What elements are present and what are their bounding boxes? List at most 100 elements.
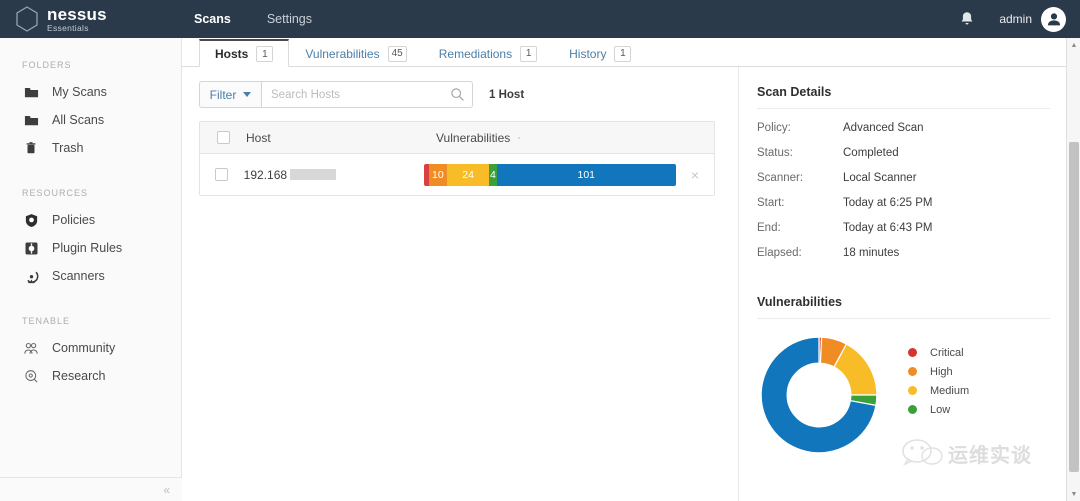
chevron-down-icon bbox=[243, 92, 252, 97]
tab-label: Hosts bbox=[215, 47, 249, 61]
scrollbar-thumb[interactable] bbox=[1069, 142, 1079, 472]
folder-icon bbox=[22, 83, 40, 101]
sidebar-item-all-scans[interactable]: All Scans bbox=[0, 106, 181, 134]
hosts-table: Host Vulnerabilities · 192.168 10 24 4 101 bbox=[199, 121, 715, 196]
folder-icon bbox=[22, 111, 40, 129]
sidebar-item-label: Community bbox=[52, 341, 116, 355]
scanner-icon bbox=[22, 267, 40, 285]
severity-bar-cell: 10 24 4 101 bbox=[424, 163, 677, 186]
nav-link-scans[interactable]: Scans bbox=[176, 12, 249, 26]
logo-subtitle: Essentials bbox=[47, 22, 89, 33]
scroll-up-arrow-icon[interactable]: ▲ bbox=[1067, 38, 1080, 52]
filter-button[interactable]: Filter bbox=[199, 81, 261, 108]
tab-history[interactable]: History 1 bbox=[553, 39, 647, 67]
legend-color-swatch bbox=[908, 367, 917, 376]
research-icon bbox=[22, 367, 40, 385]
vulnerabilities-chart-title: Vulnerabilities bbox=[757, 295, 842, 309]
plugin-icon bbox=[22, 239, 40, 257]
search-icon[interactable] bbox=[450, 87, 465, 102]
hexagon-logo-icon bbox=[16, 6, 38, 32]
avatar-person-glyph bbox=[1047, 13, 1060, 26]
sort-indicator-icon: · bbox=[517, 131, 521, 144]
vertical-scrollbar[interactable]: ▲ ▼ bbox=[1066, 38, 1080, 501]
legend-label: High bbox=[930, 365, 953, 378]
sidebar-group-title-tenable: TENABLE bbox=[22, 316, 71, 326]
sidebar-item-community[interactable]: Community bbox=[0, 334, 181, 362]
scan-details-panel: Scan Details Policy: Advanced Scan Statu… bbox=[738, 67, 1068, 501]
nessus-logo[interactable]: nessus Essentials bbox=[14, 5, 164, 33]
tab-remediations[interactable]: Remediations 1 bbox=[423, 39, 553, 67]
sidebar-item-research[interactable]: Research bbox=[0, 362, 181, 390]
trash-icon bbox=[22, 139, 40, 157]
vulnerability-donut-chart[interactable] bbox=[757, 333, 892, 458]
host-address-cell: 192.168 bbox=[244, 168, 424, 182]
bell-icon[interactable] bbox=[957, 9, 977, 29]
detail-row-start: Start: Today at 6:25 PM bbox=[757, 197, 1050, 209]
table-row[interactable]: 192.168 10 24 4 101 × bbox=[200, 154, 714, 195]
tab-bar: Hosts 1 Vulnerabilities 45 Remediations … bbox=[182, 38, 1068, 67]
detail-value: Advanced Scan bbox=[843, 122, 924, 134]
tab-hosts[interactable]: Hosts 1 bbox=[199, 39, 290, 67]
detail-value: Today at 6:25 PM bbox=[843, 197, 933, 209]
select-all-cell bbox=[200, 131, 246, 144]
detail-row-policy: Policy: Advanced Scan bbox=[757, 122, 1050, 134]
host-address-text: 192.168 bbox=[243, 167, 288, 182]
sidebar-item-label: Policies bbox=[52, 213, 96, 227]
sidebar-item-label: Scanners bbox=[52, 269, 105, 283]
chevron-double-left-icon: « bbox=[163, 482, 170, 497]
sidebar-item-label: Research bbox=[52, 369, 106, 383]
table-header-row: Host Vulnerabilities · bbox=[200, 122, 714, 154]
sidebar-item-trash[interactable]: Trash bbox=[0, 134, 181, 162]
column-header-host: Host bbox=[246, 130, 271, 145]
detail-value: 18 minutes bbox=[843, 247, 900, 259]
severity-segment-medium[interactable]: 24 bbox=[446, 163, 490, 186]
detail-value: Local Scanner bbox=[843, 172, 917, 184]
sidebar-collapse-button[interactable]: « bbox=[0, 477, 182, 501]
primary-nav-links: Scans Settings bbox=[176, 12, 330, 26]
row-checkbox[interactable] bbox=[215, 168, 229, 181]
nessus-app-window: nessus Essentials Scans Settings admin F… bbox=[0, 0, 1080, 501]
column-header-vulnerabilities[interactable]: Vulnerabilities · bbox=[436, 131, 674, 145]
tab-vulnerabilities[interactable]: Vulnerabilities 45 bbox=[289, 39, 422, 67]
sidebar-item-scanners[interactable]: Scanners bbox=[0, 262, 181, 290]
legend-color-swatch bbox=[908, 386, 917, 395]
severity-segment-high[interactable]: 10 bbox=[429, 163, 447, 186]
nav-link-settings[interactable]: Settings bbox=[249, 12, 330, 26]
top-navigation-bar: nessus Essentials Scans Settings admin bbox=[0, 0, 1080, 38]
host-count-label: 1 Host bbox=[489, 88, 525, 101]
top-nav-right-cluster: admin bbox=[957, 6, 1066, 32]
severity-segment-low[interactable]: 4 bbox=[489, 163, 497, 186]
legend-label: Critical bbox=[930, 346, 964, 359]
shield-icon bbox=[22, 211, 40, 229]
detail-value: Today at 6:43 PM bbox=[843, 222, 933, 234]
vulnerabilities-chart-area: Critical High Medium Low bbox=[757, 333, 1050, 458]
user-avatar-icon[interactable] bbox=[1041, 6, 1066, 32]
sidebar-item-label: All Scans bbox=[52, 113, 105, 127]
legend-color-swatch bbox=[908, 405, 917, 414]
filter-label: Filter bbox=[209, 87, 237, 102]
select-all-checkbox[interactable] bbox=[216, 131, 230, 144]
scroll-down-arrow-icon[interactable]: ▼ bbox=[1067, 487, 1080, 501]
detail-row-end: End: Today at 6:43 PM bbox=[757, 222, 1050, 234]
legend-item-low: Low bbox=[908, 400, 969, 419]
tab-badge-count: 1 bbox=[256, 46, 274, 62]
username-label[interactable]: admin bbox=[999, 12, 1032, 26]
detail-key: Status: bbox=[757, 147, 793, 159]
legend-item-medium: Medium bbox=[908, 381, 969, 400]
sidebar-item-my-scans[interactable]: My Scans bbox=[0, 78, 181, 106]
row-select-cell bbox=[200, 168, 244, 181]
legend-item-high: High bbox=[908, 362, 969, 381]
severity-segment-info[interactable]: 101 bbox=[496, 163, 677, 186]
detail-key: Scanner: bbox=[757, 172, 804, 184]
chart-legend: Critical High Medium Low bbox=[908, 343, 969, 419]
sidebar-item-plugin-rules[interactable]: Plugin Rules bbox=[0, 234, 181, 262]
search-input[interactable] bbox=[262, 82, 472, 107]
severity-distribution-bar[interactable]: 10 24 4 101 bbox=[424, 163, 677, 186]
main-content-area: Hosts 1 Vulnerabilities 45 Remediations … bbox=[182, 38, 1068, 501]
tab-label: Vulnerabilities bbox=[305, 46, 380, 61]
sidebar-group-title-resources: RESOURCES bbox=[22, 188, 89, 198]
redaction-block bbox=[290, 168, 337, 180]
sidebar-item-label: Plugin Rules bbox=[52, 241, 123, 255]
sidebar-item-policies[interactable]: Policies bbox=[0, 206, 181, 234]
remove-host-button[interactable]: × bbox=[676, 167, 714, 183]
